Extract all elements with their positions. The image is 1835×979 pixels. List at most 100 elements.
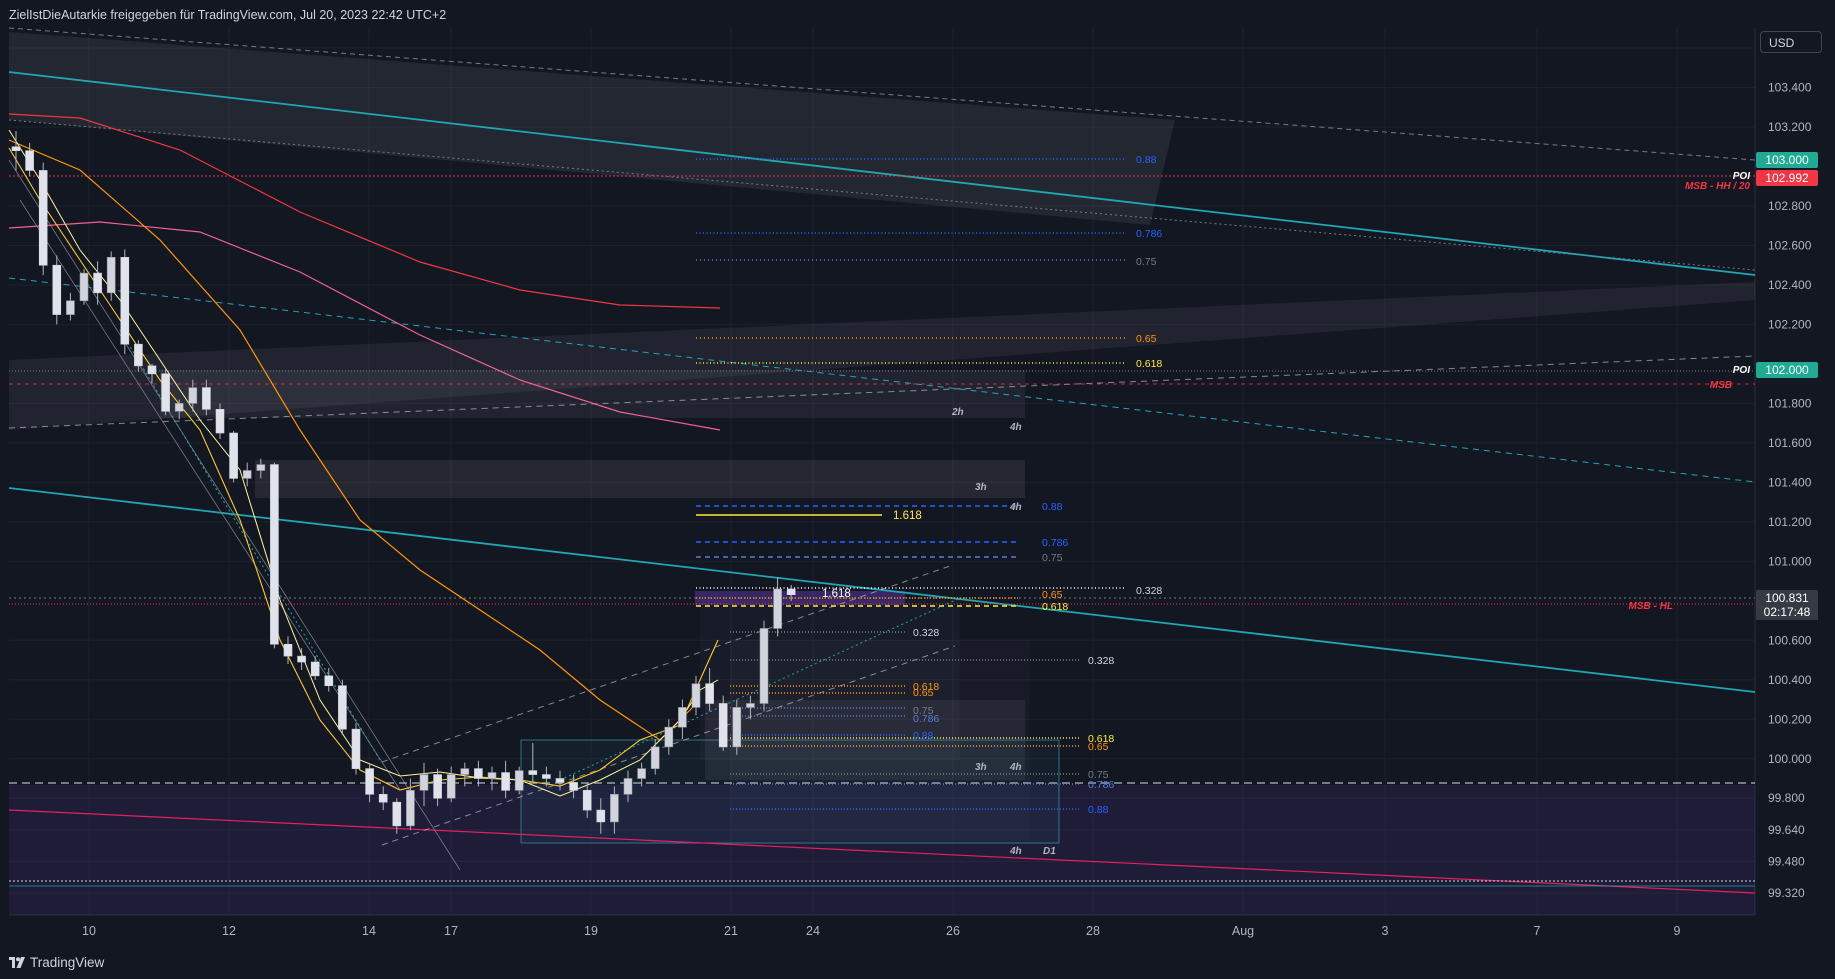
candle-body [25,150,34,171]
candle-body [705,683,714,704]
price-tick-label: 102.800 [1768,199,1812,213]
fib-label: 0.88 [913,730,934,742]
candle-body [732,707,742,748]
candle-body [378,793,388,803]
line-label: POI [1733,365,1750,376]
candle-body [637,768,646,779]
price-tick-label: 99.640 [1768,823,1805,837]
candle-body [610,793,619,823]
fib-label: 0.328 [913,627,939,639]
price-badge-label: 102.000 [1765,363,1809,377]
candle-body [460,768,470,775]
candle-body [338,685,347,730]
price-tick-label: 102.400 [1768,278,1812,292]
fib-label: 0.328 [1088,655,1114,667]
fib-label: 1.618 [822,588,851,600]
fib-label: 0.618 [1136,358,1162,370]
candle [79,269,89,305]
candle-body [746,703,755,708]
candle [270,462,279,649]
candle-body [93,272,102,294]
price-tick-label: 99.320 [1768,886,1805,900]
candle-body [678,707,687,728]
candle-body [582,790,592,811]
timeframe-label: 3h [975,762,987,773]
candle-body [365,768,374,795]
candle-body [759,628,769,704]
price-chart[interactable]: 0.88 0.786 0.75 0.65 0.618 0.88 0.786 0.75 0.328… [0,0,1835,979]
candle-body [514,770,524,791]
fib-label: 0.786 [1136,228,1162,240]
candle [718,695,728,751]
candle-body [351,728,361,769]
time-tick-label: 21 [724,924,738,938]
fib-label: 0.88 [1136,154,1157,166]
candle [732,699,742,755]
candle-body [297,655,306,663]
candle-body [38,170,48,266]
candle [120,249,130,355]
candle-body [773,588,782,629]
currency-selector[interactable]: USD [1760,31,1822,53]
candle-body [161,373,170,412]
fib-label: 0.65 [1136,333,1157,345]
time-tick-label: 19 [584,924,598,938]
price-tick-label: 101.600 [1768,436,1812,450]
price-tick-label: 102.200 [1768,317,1812,331]
timeframe-label: D1 [1043,846,1056,857]
fib-label: 0.65 [1088,741,1109,753]
fib-label: 0.786 [1088,779,1114,791]
line-label: MSB - HH / 20 [1685,181,1750,192]
candle-body [650,746,660,769]
timeframe-label: 2h [951,407,964,418]
candle-body [134,343,143,367]
fib-label: 0.786 [1042,537,1068,549]
price-tick-label: 100.400 [1768,673,1812,687]
candle [229,431,238,483]
candle [38,162,48,276]
fib-label: 0.75 [1136,256,1157,268]
candle-body [106,257,116,294]
fib-label: 0.88 [1042,501,1063,513]
candle-body [569,782,578,791]
candle-body [786,588,796,596]
candle-body [664,726,674,748]
line-label: MSB [1710,380,1732,391]
price-tick-label: 99.800 [1768,791,1805,805]
timeframe-label: 3h [975,482,987,493]
candle-body [474,768,483,779]
fib-label: 0.65 [913,687,934,699]
line-label: MSB - HL [1629,601,1673,612]
candle [338,679,347,736]
candle-body [270,464,279,645]
candle-body [215,409,225,434]
timeframe-label: 4h [1009,846,1022,857]
tradingview-logo[interactable]: TradingView [9,955,104,970]
candle-body [623,778,633,795]
time-tick-label: 26 [946,924,960,938]
candle-body [188,387,198,404]
price-badge-label: 102.992 [1765,171,1809,185]
candle-body [324,675,334,687]
candle-body [242,470,252,479]
candle-body [528,770,538,775]
time-tick-label: 14 [362,924,376,938]
time-tick-label: Aug [1232,924,1254,938]
tradingview-logo-icon [9,957,25,968]
tradingview-logo-text: TradingView [30,955,105,970]
fib-label: 0.618 [1042,601,1068,613]
candle-body [202,387,211,410]
zone-2h [160,370,1025,418]
candle-body [433,774,442,799]
fib-label: 0.75 [1042,552,1063,564]
price-tick-label: 103.400 [1768,81,1812,95]
candle-body [174,403,184,412]
footer-bar [0,950,1835,979]
time-tick-label: 3 [1382,924,1389,938]
candle-body [52,264,62,315]
candle-body [542,774,551,779]
candle-body [691,683,701,708]
time-tick-label: 12 [222,924,236,938]
candle-body [147,365,157,375]
candle-body [718,703,728,748]
